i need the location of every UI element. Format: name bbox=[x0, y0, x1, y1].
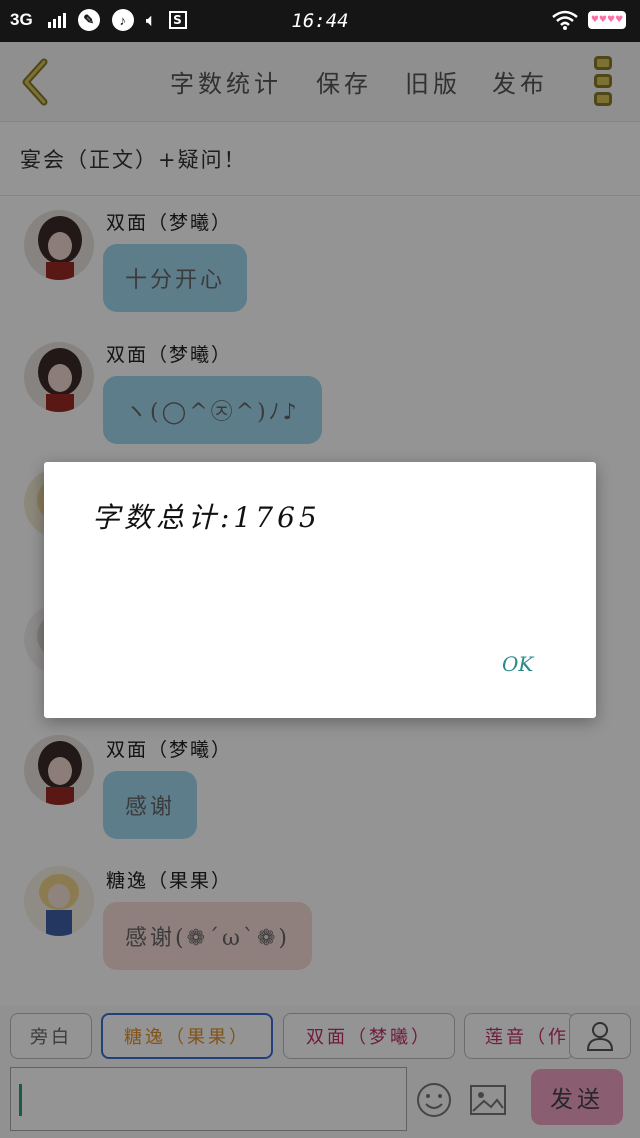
clock: 16:44 bbox=[291, 10, 349, 32]
status-bar: 3G ✎ ♪ 🔈︎ S 16:44 ♥♥♥♥ bbox=[0, 0, 640, 42]
battery-icon: ♥♥♥♥ bbox=[588, 11, 626, 29]
word-count-dialog: 字数总计:1765 OK bbox=[44, 462, 596, 718]
ok-button[interactable]: OK bbox=[502, 652, 533, 676]
wifi-icon bbox=[552, 10, 578, 30]
dialog-message: 字数总计:1765 bbox=[92, 501, 321, 534]
